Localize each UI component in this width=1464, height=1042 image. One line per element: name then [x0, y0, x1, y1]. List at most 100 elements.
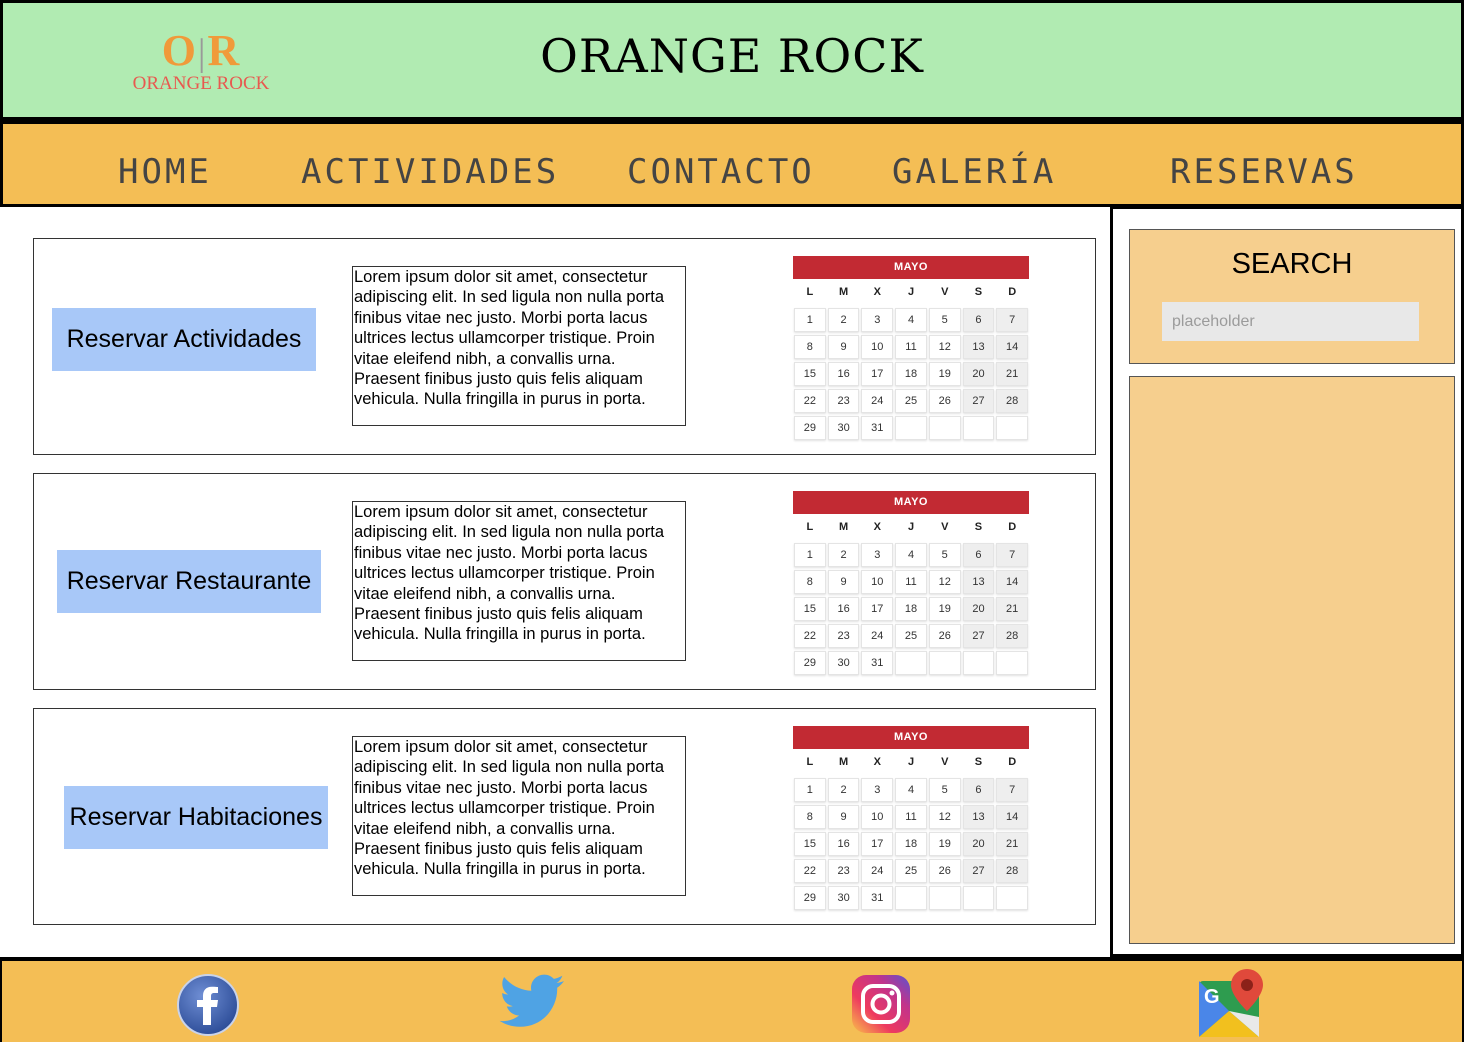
- calendar-day[interactable]: 17: [861, 831, 894, 856]
- reservar-habitaciones-button[interactable]: Reservar Habitaciones: [64, 786, 328, 849]
- calendar-day[interactable]: 9: [827, 804, 860, 829]
- nav-item-contacto[interactable]: CONTACTO: [627, 152, 815, 192]
- calendar-day[interactable]: 27: [962, 858, 995, 883]
- calendar-day[interactable]: 1: [794, 542, 826, 567]
- calendar-day[interactable]: 22: [794, 858, 826, 883]
- calendar-day[interactable]: 23: [827, 623, 860, 648]
- calendar-day[interactable]: 7: [996, 307, 1029, 332]
- search-input[interactable]: [1162, 302, 1419, 341]
- calendar-day[interactable]: 9: [827, 569, 860, 594]
- calendar-day[interactable]: 20: [962, 831, 995, 856]
- calendar-day[interactable]: 14: [996, 334, 1029, 359]
- calendar-day[interactable]: 14: [996, 569, 1029, 594]
- calendar-day[interactable]: 25: [895, 388, 927, 413]
- calendar-day[interactable]: 24: [861, 388, 894, 413]
- calendar-day[interactable]: 1: [794, 307, 826, 332]
- calendar-day[interactable]: 21: [996, 596, 1029, 621]
- calendar-day[interactable]: 31: [861, 650, 894, 675]
- calendar-day[interactable]: 16: [827, 361, 860, 386]
- calendar-day[interactable]: 1: [794, 777, 826, 802]
- calendar-day[interactable]: 16: [827, 596, 860, 621]
- calendar-day[interactable]: 6: [962, 307, 995, 332]
- calendar-day[interactable]: 31: [861, 885, 894, 910]
- calendar-day[interactable]: 27: [962, 623, 995, 648]
- calendar-day[interactable]: 24: [861, 858, 894, 883]
- calendar-day[interactable]: 11: [895, 804, 927, 829]
- calendar-day[interactable]: 26: [928, 388, 961, 413]
- calendar-day[interactable]: 30: [827, 885, 860, 910]
- calendar-day[interactable]: 26: [928, 858, 961, 883]
- calendar-day[interactable]: 4: [895, 307, 927, 332]
- calendar-day[interactable]: 30: [827, 415, 860, 440]
- calendar-day[interactable]: 10: [861, 569, 894, 594]
- calendar-day[interactable]: 2: [827, 307, 860, 332]
- calendar-day[interactable]: 27: [962, 388, 995, 413]
- calendar-day[interactable]: 14: [996, 804, 1029, 829]
- calendar-day[interactable]: 3: [861, 777, 894, 802]
- calendar-day[interactable]: 12: [928, 334, 961, 359]
- calendar-day[interactable]: 11: [895, 334, 927, 359]
- calendar-day[interactable]: 4: [895, 542, 927, 567]
- calendar-day[interactable]: 28: [996, 388, 1029, 413]
- calendar-day[interactable]: 28: [996, 858, 1029, 883]
- calendar-day[interactable]: 31: [861, 415, 894, 440]
- calendar-day[interactable]: 30: [827, 650, 860, 675]
- calendar-day[interactable]: 26: [928, 623, 961, 648]
- nav-item-home[interactable]: HOME: [118, 152, 212, 192]
- google-maps-icon[interactable]: G: [1197, 969, 1269, 1039]
- calendar-day[interactable]: 8: [794, 334, 826, 359]
- calendar-day[interactable]: 13: [962, 334, 995, 359]
- calendar-day[interactable]: 10: [861, 334, 894, 359]
- calendar-day[interactable]: 15: [794, 361, 826, 386]
- calendar-day[interactable]: 17: [861, 361, 894, 386]
- calendar-day[interactable]: 7: [996, 777, 1029, 802]
- calendar-day[interactable]: 18: [895, 831, 927, 856]
- calendar-day[interactable]: 15: [794, 831, 826, 856]
- calendar-day[interactable]: 18: [895, 596, 927, 621]
- nav-item-actividades[interactable]: ACTIVIDADES: [301, 152, 559, 192]
- calendar-day[interactable]: 16: [827, 831, 860, 856]
- calendar-day[interactable]: 15: [794, 596, 826, 621]
- calendar-day[interactable]: 13: [962, 569, 995, 594]
- calendar-day[interactable]: 2: [827, 777, 860, 802]
- calendar-day[interactable]: 20: [962, 361, 995, 386]
- calendar-day[interactable]: 8: [794, 804, 826, 829]
- calendar-day[interactable]: 28: [996, 623, 1029, 648]
- calendar-day[interactable]: 12: [928, 569, 961, 594]
- calendar-day[interactable]: 19: [928, 361, 961, 386]
- nav-item-reservas[interactable]: RESERVAS: [1170, 152, 1358, 192]
- calendar-day[interactable]: 6: [962, 542, 995, 567]
- calendar-day[interactable]: 5: [928, 542, 961, 567]
- calendar-day[interactable]: 17: [861, 596, 894, 621]
- calendar-day[interactable]: 13: [962, 804, 995, 829]
- calendar-day[interactable]: 20: [962, 596, 995, 621]
- calendar-day[interactable]: 12: [928, 804, 961, 829]
- calendar-day[interactable]: 25: [895, 623, 927, 648]
- nav-item-galeria[interactable]: GALERÍA: [892, 152, 1056, 192]
- calendar-day[interactable]: 9: [827, 334, 860, 359]
- calendar-day[interactable]: 19: [928, 831, 961, 856]
- calendar-day[interactable]: 5: [928, 777, 961, 802]
- calendar-day[interactable]: 8: [794, 569, 826, 594]
- calendar-day[interactable]: 18: [895, 361, 927, 386]
- calendar-day[interactable]: 29: [794, 885, 826, 910]
- twitter-icon[interactable]: [498, 973, 568, 1033]
- calendar-day[interactable]: 21: [996, 831, 1029, 856]
- calendar-day[interactable]: 3: [861, 307, 894, 332]
- facebook-icon[interactable]: [176, 973, 240, 1037]
- calendar-day[interactable]: 23: [827, 858, 860, 883]
- reservar-actividades-button[interactable]: Reservar Actividades: [52, 308, 316, 371]
- calendar-day[interactable]: 7: [996, 542, 1029, 567]
- calendar-day[interactable]: 23: [827, 388, 860, 413]
- calendar-day[interactable]: 6: [962, 777, 995, 802]
- calendar-day[interactable]: 29: [794, 650, 826, 675]
- calendar-day[interactable]: 10: [861, 804, 894, 829]
- calendar-day[interactable]: 4: [895, 777, 927, 802]
- calendar-day[interactable]: 19: [928, 596, 961, 621]
- calendar-day[interactable]: 25: [895, 858, 927, 883]
- calendar-day[interactable]: 11: [895, 569, 927, 594]
- calendar-day[interactable]: 3: [861, 542, 894, 567]
- calendar-day[interactable]: 29: [794, 415, 826, 440]
- calendar-day[interactable]: 22: [794, 388, 826, 413]
- calendar-day[interactable]: 22: [794, 623, 826, 648]
